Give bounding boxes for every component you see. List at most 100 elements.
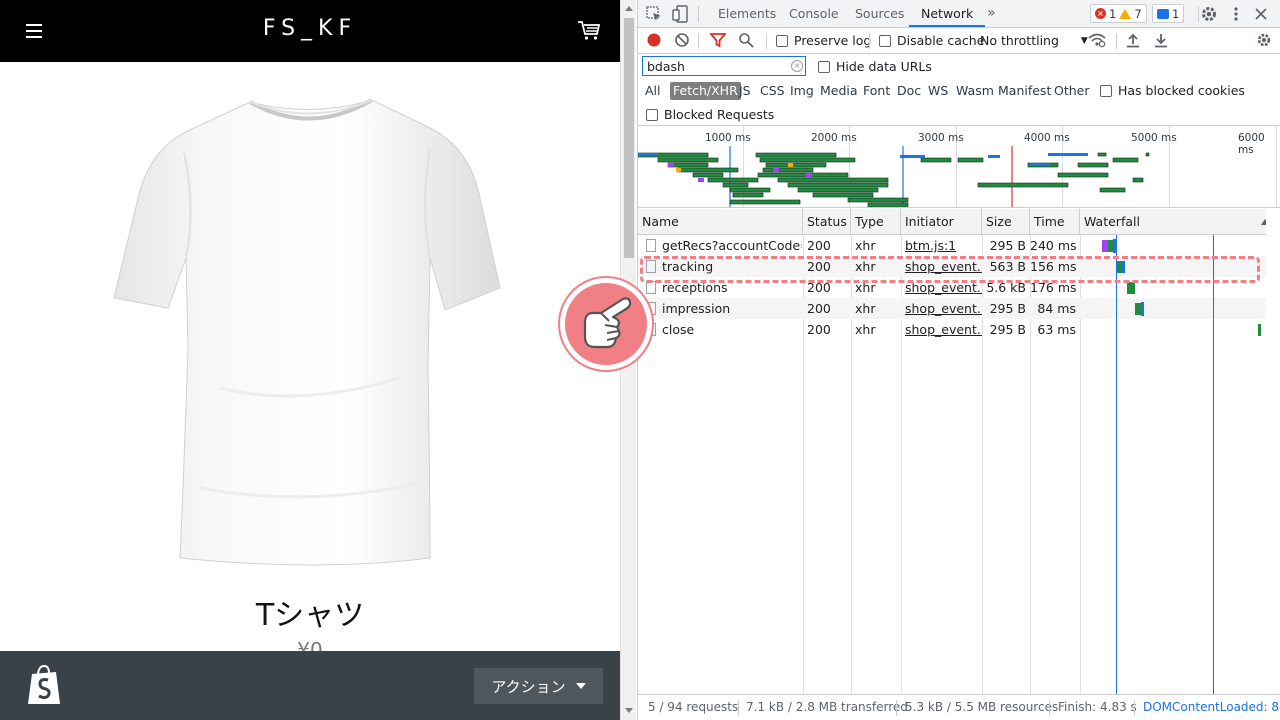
filter-input[interactable] [642, 56, 806, 76]
close-devtools-icon[interactable] [1254, 7, 1268, 21]
shopify-bag-icon[interactable] [26, 664, 64, 706]
throttling-value: No throttling [980, 33, 1059, 48]
blocked-requests-row: Blocked Requests [638, 102, 1280, 126]
column-status[interactable]: Status [803, 209, 851, 235]
request-size: 295 B [989, 301, 1026, 316]
type-filter-doc[interactable]: Doc [894, 82, 924, 100]
page-scroll-thumb[interactable] [624, 18, 634, 258]
warning-count: 7 [1134, 6, 1142, 21]
network-conditions-icon[interactable] [1088, 32, 1106, 48]
has-blocked-cookies-label: Has blocked cookies [1118, 83, 1245, 98]
type-filter-css[interactable]: CSS [757, 82, 788, 100]
type-filter-manifest[interactable]: Manifest [995, 82, 1054, 100]
import-har-icon[interactable] [1126, 32, 1140, 48]
column-time[interactable]: Time [1030, 209, 1080, 235]
product-image-tshirt [113, 98, 501, 566]
export-har-icon[interactable] [1154, 32, 1168, 48]
shop-header: FS_KF [0, 0, 620, 62]
column-type[interactable]: Type [851, 209, 901, 235]
type-filter-fetch-xhr[interactable]: Fetch/XHR [670, 82, 741, 100]
column-waterfall[interactable]: Waterfall [1080, 209, 1266, 235]
column-initiator[interactable]: Initiator [901, 209, 982, 235]
request-time: 63 ms [1037, 322, 1076, 337]
sort-ascending-icon[interactable] [1260, 218, 1266, 226]
messages-badge[interactable]: 1 [1152, 4, 1185, 23]
request-initiator-link[interactable]: shop_event... [901, 319, 982, 340]
table-row[interactable]: impression 200 xhr shop_event... 295 B 8… [638, 298, 1266, 319]
type-filter-font[interactable]: Font [860, 82, 893, 100]
hide-data-urls-label: Hide data URLs [836, 59, 932, 74]
disable-cache-checkbox[interactable]: Disable cache [879, 33, 984, 48]
overview-request-bars [638, 146, 1150, 207]
scroll-down-arrow-icon[interactable] [625, 708, 633, 713]
tab-sources[interactable]: Sources [855, 0, 904, 27]
more-tabs-icon[interactable]: » [987, 0, 996, 27]
more-options-icon[interactable] [1230, 5, 1242, 23]
request-time: 240 ms [1030, 238, 1077, 253]
type-filter-media[interactable]: Media [817, 82, 861, 100]
request-size: 295 B [989, 322, 1026, 337]
settings-gear-icon[interactable] [1200, 5, 1218, 23]
type-filter-ws[interactable]: WS [925, 82, 951, 100]
table-scrollbar[interactable] [1266, 235, 1280, 694]
store-name[interactable]: FS_KF [0, 16, 620, 41]
filter-icon[interactable] [710, 32, 726, 48]
column-size[interactable]: Size [982, 209, 1030, 235]
preserve-log-checkbox[interactable]: Preserve log [776, 33, 871, 48]
request-name: impression [662, 301, 731, 316]
request-initiator-link[interactable]: btm.js:1 [901, 235, 982, 256]
request-status: 200 [807, 322, 831, 337]
cart-icon[interactable] [577, 20, 601, 42]
request-status: 200 [807, 301, 831, 316]
tab-network[interactable]: Network [909, 0, 986, 27]
type-filter-all[interactable]: All [642, 82, 664, 100]
table-row[interactable]: getRecs?accountCode=... 200 xhr btm.js:1… [638, 235, 1266, 256]
device-toolbar-icon[interactable] [672, 5, 688, 23]
request-name: getRecs?accountCode=... [662, 238, 802, 253]
tab-elements[interactable]: Elements [718, 0, 776, 27]
warning-icon [1119, 8, 1132, 19]
error-count: 1 [1109, 6, 1117, 21]
action-dropdown-button[interactable]: アクション [474, 668, 603, 704]
tab-console[interactable]: Console [789, 0, 839, 27]
issues-badge[interactable]: × 1 7 [1090, 4, 1147, 23]
inspect-element-icon[interactable] [646, 6, 662, 22]
waterfall-bar [1127, 282, 1135, 294]
product-title: Tシャツ [255, 598, 365, 633]
request-type: xhr [855, 301, 876, 316]
dropdown-arrow-icon: ▼ [1080, 35, 1088, 46]
shop-page: FS_KF Tシャツ ¥0 アクション [0, 0, 620, 720]
network-status-bar: 5 / 94 requests 7.1 kB / 2.8 MB transfer… [638, 694, 1280, 720]
record-icon[interactable] [646, 32, 662, 48]
blocked-requests-checkbox[interactable]: Blocked Requests [646, 107, 774, 122]
type-filter-img[interactable]: Img [787, 82, 817, 100]
devtools-panel: Elements Console Sources Network » × 1 7… [637, 0, 1280, 720]
disable-cache-label: Disable cache [897, 33, 985, 48]
table-row[interactable]: close 200 xhr shop_event... 295 B 63 ms [638, 319, 1266, 340]
throttling-select[interactable]: No throttling ▼ [980, 33, 1088, 48]
clear-icon[interactable] [674, 32, 690, 48]
filter-row: × Hide data URLs [638, 54, 1280, 78]
network-overview-timeline[interactable]: 1000 ms 2000 ms 3000 ms 4000 ms 5000 ms … [638, 126, 1280, 208]
request-name: close [662, 322, 695, 337]
type-filter-js[interactable]: JS [736, 82, 754, 100]
clear-filter-icon[interactable]: × [791, 60, 803, 72]
network-settings-gear-icon[interactable] [1256, 32, 1272, 48]
has-blocked-cookies-checkbox[interactable]: Has blocked cookies [1100, 83, 1245, 98]
type-filter-wasm[interactable]: Wasm [953, 82, 997, 100]
waterfall-bar [1258, 324, 1261, 336]
request-status: 200 [807, 238, 831, 253]
error-icon: × [1095, 8, 1106, 19]
type-filter-other[interactable]: Other [1051, 82, 1093, 100]
scroll-up-arrow-icon[interactable] [625, 6, 633, 11]
hide-data-urls-checkbox[interactable]: Hide data URLs [818, 59, 932, 74]
network-toolbar: Preserve log Disable cache No throttling… [638, 28, 1280, 54]
caret-down-icon [575, 683, 586, 689]
preserve-log-label: Preserve log [794, 33, 872, 48]
transferred-size: 7.1 kB / 2.8 MB transferred [746, 700, 908, 714]
devtools-tabbar: Elements Console Sources Network » × 1 7… [638, 0, 1280, 28]
search-icon[interactable] [738, 32, 754, 48]
column-name[interactable]: Name [638, 209, 803, 235]
request-initiator-link[interactable]: shop_event... [901, 298, 982, 319]
request-type: xhr [855, 238, 876, 253]
